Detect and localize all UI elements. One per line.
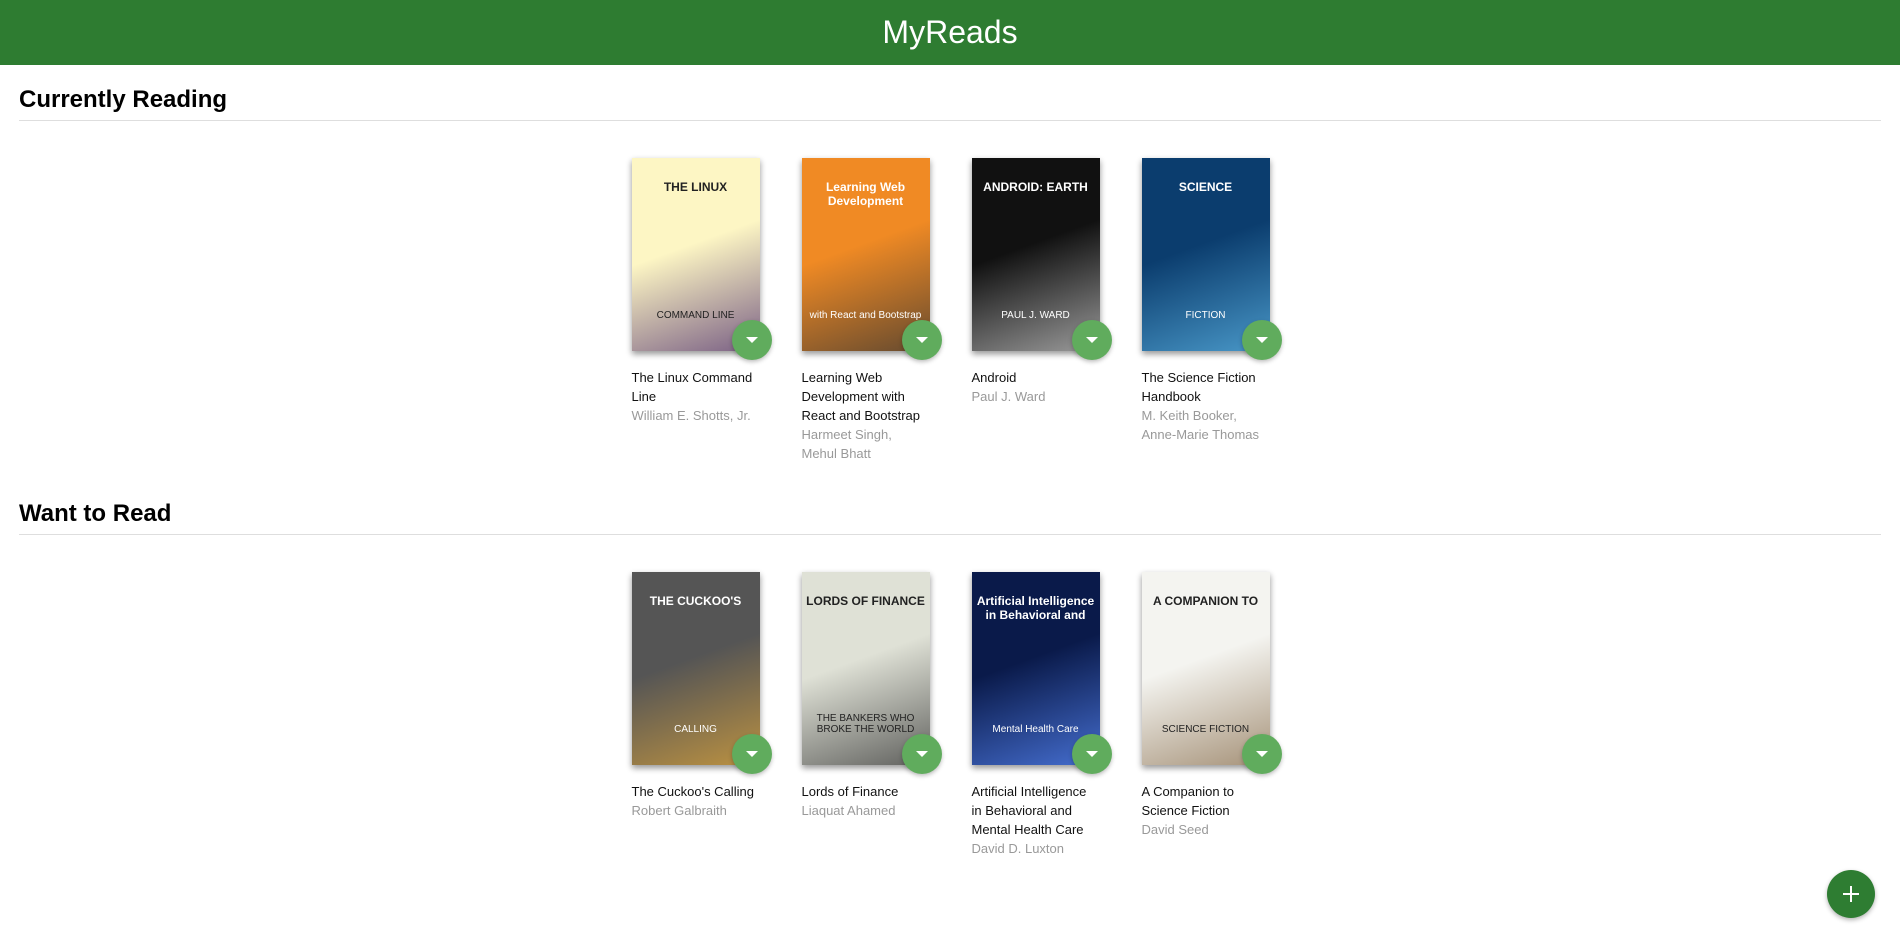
book-shelf-changer[interactable] — [731, 734, 772, 774]
add-icon — [1843, 886, 1859, 902]
book-cover-subtitle: CALLING — [674, 724, 717, 735]
book-authors: David Seed — [1141, 822, 1209, 837]
book-cover-subtitle: with React and Bootstrap — [809, 310, 922, 321]
book-authors: Paul J. Ward — [971, 389, 1046, 404]
arrow-drop-down-icon — [1255, 751, 1268, 757]
book-cover-subtitle: COMMAND LINE — [656, 310, 735, 321]
book-cover[interactable]: THE LINUX COMMAND LINE — [631, 158, 760, 351]
book: Artificial Intelligence in Behavioral an… — [971, 572, 1112, 858]
book-top: SCIENCE FICTION — [1141, 158, 1282, 360]
book-cover[interactable]: LORDS OF FINANCE THE BANKERS WHO BROKE TH… — [801, 572, 930, 765]
bookshelf-books: THE LINUX COMMAND LINE The Linux Command L… — [19, 121, 1881, 463]
book: LORDS OF FINANCE THE BANKERS WHO BROKE TH… — [801, 572, 942, 858]
book-authors: Harmeet Singh, Mehul Bhatt — [801, 427, 892, 461]
bookshelf-books: THE CUCKOO'S CALLING The Cuckoo's Calling R… — [19, 535, 1881, 858]
book-cover-title: THE LINUX — [663, 180, 728, 194]
book-shelf-changer[interactable] — [901, 734, 942, 774]
book-authors: M. Keith Booker, Anne-Marie Thomas — [1141, 408, 1260, 442]
book-cover-subtitle: FICTION — [1185, 310, 1226, 321]
book-title: The Cuckoo's Calling — [631, 784, 754, 799]
book-cover[interactable]: Artificial Intelligence in Behavioral an… — [971, 572, 1100, 765]
book-cover[interactable]: ANDROID: EARTH PAUL J. WARD — [971, 158, 1100, 351]
arrow-drop-down-icon — [915, 337, 928, 343]
add-book-button[interactable] — [1827, 870, 1875, 918]
book-top: THE CUCKOO'S CALLING — [631, 572, 772, 774]
arrow-drop-down-icon — [1085, 751, 1098, 757]
bookshelf-title: Want to Read — [19, 500, 1881, 535]
book-top: A COMPANION TO SCIENCE FICTION — [1141, 572, 1282, 774]
book-shelf-changer[interactable] — [1071, 320, 1112, 360]
book-authors: David D. Luxton — [971, 841, 1065, 856]
book-shelf-changer[interactable] — [1241, 320, 1282, 360]
arrow-drop-down-icon — [745, 337, 758, 343]
book-shelf-changer[interactable] — [731, 320, 772, 360]
book: ANDROID: EARTH PAUL J. WARD Android Paul J.… — [971, 158, 1112, 463]
book: SCIENCE FICTION The Science Fiction Handbo… — [1141, 158, 1282, 463]
bookshelves: Currently Reading THE LINUX COMMAND LINE Th… — [0, 86, 1900, 858]
book: THE CUCKOO'S CALLING The Cuckoo's Calling R… — [631, 572, 772, 858]
book-title: Artificial Intelligence in Behavioral an… — [971, 784, 1087, 837]
book-authors: Liaquat Ahamed — [801, 803, 896, 818]
book-cover-title: Learning Web Development — [825, 180, 906, 208]
book-top: Artificial Intelligence in Behavioral an… — [971, 572, 1112, 774]
arrow-drop-down-icon — [1255, 337, 1268, 343]
arrow-drop-down-icon — [1085, 337, 1098, 343]
book-cover[interactable]: Learning Web Development with React and B… — [801, 158, 930, 351]
bookshelf-title: Currently Reading — [19, 86, 1881, 121]
book-cover-title: LORDS OF FINANCE — [806, 594, 925, 608]
book-cover[interactable]: SCIENCE FICTION — [1141, 158, 1270, 351]
book-cover-subtitle: SCIENCE FICTION — [1161, 724, 1250, 735]
book-cover-title: ANDROID: EARTH — [983, 180, 1088, 194]
book-cover-subtitle: THE BANKERS WHO BROKE THE WORLD — [816, 713, 915, 735]
book-top: LORDS OF FINANCE THE BANKERS WHO BROKE TH… — [801, 572, 942, 774]
book: A COMPANION TO SCIENCE FICTION A Companion… — [1141, 572, 1282, 858]
book-shelf-changer[interactable] — [901, 320, 942, 360]
app-title: MyReads — [882, 14, 1018, 50]
book: THE LINUX COMMAND LINE The Linux Command L… — [631, 158, 772, 463]
book-top: ANDROID: EARTH PAUL J. WARD — [971, 158, 1112, 360]
book-title: A Companion to Science Fiction — [1141, 784, 1235, 818]
bookshelf: Currently Reading THE LINUX COMMAND LINE Th… — [0, 86, 1900, 463]
bookshelf: Want to Read THE CUCKOO'S CALLING The Cucko… — [0, 500, 1900, 858]
book-cover-subtitle: PAUL J. WARD — [1001, 310, 1070, 321]
book-cover[interactable]: THE CUCKOO'S CALLING — [631, 572, 760, 765]
book-cover-title: A COMPANION TO — [1152, 594, 1259, 608]
book-cover-title: SCIENCE — [1178, 180, 1233, 194]
book-shelf-changer[interactable] — [1241, 734, 1282, 774]
book-title: The Science Fiction Handbook — [1141, 370, 1256, 404]
book-title: Android — [971, 370, 1017, 385]
app-header: MyReads — [0, 0, 1900, 65]
book-title: The Linux Command Line — [631, 370, 753, 404]
book-cover-subtitle: Mental Health Care — [992, 724, 1079, 735]
book-title: Lords of Finance — [801, 784, 899, 799]
book-cover-title: THE CUCKOO'S — [649, 594, 742, 608]
arrow-drop-down-icon — [745, 751, 758, 757]
arrow-drop-down-icon — [915, 751, 928, 757]
book-authors: William E. Shotts, Jr. — [631, 408, 751, 423]
book-title: Learning Web Development with React and … — [801, 370, 921, 423]
book: Learning Web Development with React and B… — [801, 158, 942, 463]
book-cover-title: Artificial Intelligence in Behavioral an… — [976, 594, 1095, 622]
book-shelf-changer[interactable] — [1071, 734, 1112, 774]
book-cover[interactable]: A COMPANION TO SCIENCE FICTION — [1141, 572, 1270, 765]
book-top: THE LINUX COMMAND LINE — [631, 158, 772, 360]
book-authors: Robert Galbraith — [631, 803, 727, 818]
book-top: Learning Web Development with React and B… — [801, 158, 942, 360]
